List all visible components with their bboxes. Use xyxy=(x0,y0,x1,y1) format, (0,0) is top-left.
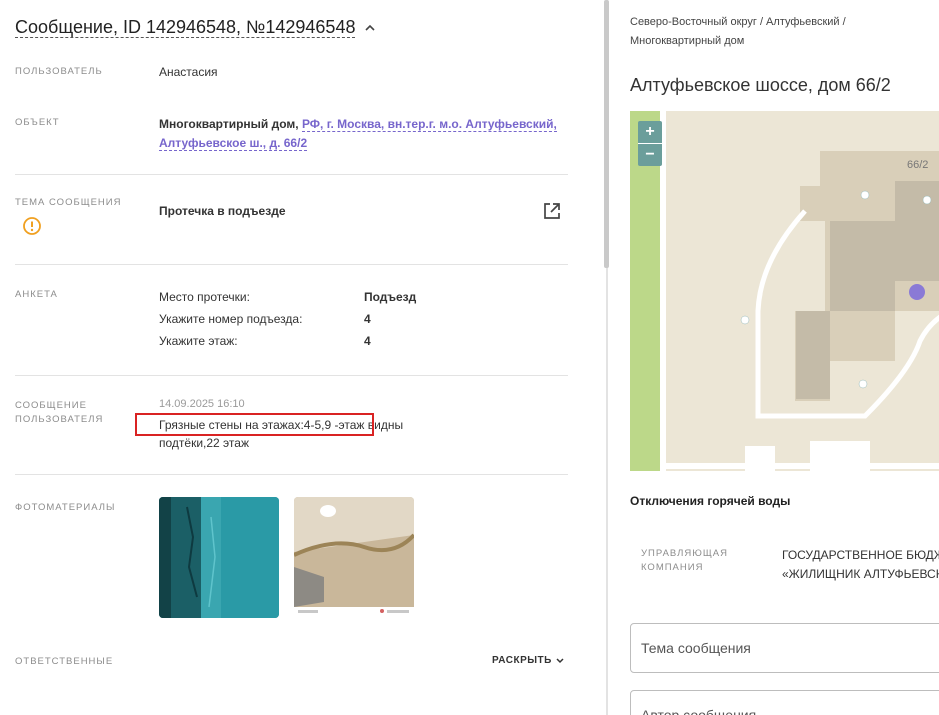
breadcrumb: Северо-Восточный округ / Алтуфьевский / … xyxy=(630,13,930,51)
message-header[interactable]: Сообщение, ID 142946548, №142946548 xyxy=(15,17,376,38)
photos-label: ФОТОМАТЕРИАЛЫ xyxy=(15,502,116,513)
topic-value: Протечка в подъезде xyxy=(159,204,286,218)
warning-circle-icon xyxy=(23,217,41,235)
responsible-label: ОТВЕТСТВЕННЫЕ xyxy=(15,656,114,667)
message-label: СООБЩЕНИЕ ПОЛЬЗОВАТЕЛЯ xyxy=(15,399,103,427)
hot-water-title: Отключения горячей воды xyxy=(630,494,791,508)
wall-photo-image xyxy=(159,497,279,618)
divider xyxy=(15,375,568,376)
author-field[interactable]: Автор сообщения xyxy=(630,690,939,715)
breadcrumb-line1[interactable]: Северо-Восточный округ / Алтуфьевский / xyxy=(630,16,846,28)
expand-button[interactable]: РАСКРЫТЬ xyxy=(492,655,565,666)
message-details-panel: Сообщение, ID 142946548, №142946548 ПОЛЬ… xyxy=(0,0,606,715)
object-address-link-line2[interactable]: Алтуфьевское ш., д. 66/2 xyxy=(159,136,308,151)
survey-row: Укажите номер подъезда: 4 xyxy=(159,308,459,330)
object-address-link[interactable]: РФ, г. Москва, вн.тер.г. м.о. Алтуфьевск… xyxy=(301,117,557,132)
photo-thumbnail[interactable] xyxy=(159,497,279,618)
object-type: Многоквартирный дом, xyxy=(159,117,299,131)
map-image xyxy=(630,111,939,471)
map-house-number: 66/2 xyxy=(907,159,929,171)
topic-field[interactable]: Тема сообщения xyxy=(630,623,939,673)
object-label: ОБЪЕКТ xyxy=(15,117,60,128)
divider xyxy=(15,174,568,175)
survey-row: Укажите этаж: 4 xyxy=(159,330,459,352)
expand-label: РАСКРЫТЬ xyxy=(492,655,552,666)
chevron-down-icon xyxy=(556,657,564,663)
uk-value-line2: «ЖИЛИЩНИК АЛТУФЬЕВСК xyxy=(782,567,939,581)
management-company-label: УПРАВЛЯЮЩАЯ КОМПАНИЯ xyxy=(641,547,728,575)
map[interactable]: + − 66/2 xyxy=(630,111,939,471)
survey-question: Укажите номер подъезда: xyxy=(159,312,303,326)
survey-answer: 4 xyxy=(364,312,371,326)
chevron-up-icon[interactable] xyxy=(365,23,376,33)
photo-thumbnail[interactable] xyxy=(294,497,414,618)
uk-label-line2: КОМПАНИЯ xyxy=(641,562,704,573)
zoom-controls: + − xyxy=(638,121,662,166)
uk-label-line1: УПРАВЛЯЮЩАЯ xyxy=(641,548,728,559)
ceiling-photo-image xyxy=(294,497,414,618)
survey-question: Место протечки: xyxy=(159,290,250,304)
message-title[interactable]: Сообщение, ID 142946548, №142946548 xyxy=(15,17,356,38)
location-panel: Северо-Восточный округ / Алтуфьевский / … xyxy=(608,0,939,715)
survey-question: Укажите этаж: xyxy=(159,334,238,348)
user-value: Анастасия xyxy=(159,65,218,79)
author-field-placeholder: Автор сообщения xyxy=(641,707,757,715)
management-company-value: ГОСУДАРСТВЕННОЕ БЮДЖ «ЖИЛИЩНИК АЛТУФЬЕВС… xyxy=(782,546,939,584)
survey-label: АНКЕТА xyxy=(15,289,58,300)
address-title: Алтуфьевское шоссе, дом 66/2 xyxy=(630,75,891,95)
survey-row: Место протечки: Подъезд xyxy=(159,286,459,308)
message-label-line2: ПОЛЬЗОВАТЕЛЯ xyxy=(15,414,104,425)
zoom-in-button[interactable]: + xyxy=(638,121,662,143)
user-label: ПОЛЬЗОВАТЕЛЬ xyxy=(15,66,103,77)
topic-field-placeholder: Тема сообщения xyxy=(641,640,751,656)
divider xyxy=(15,474,568,475)
zoom-out-button[interactable]: − xyxy=(638,143,662,166)
highlight-annotation xyxy=(135,413,374,436)
survey-table: Место протечки: Подъезд Укажите номер по… xyxy=(159,286,459,352)
uk-value-line1: ГОСУДАРСТВЕННОЕ БЮДЖ xyxy=(782,548,939,562)
message-date: 14.09.2025 16:10 xyxy=(159,398,245,410)
survey-answer: Подъезд xyxy=(364,290,417,304)
message-label-line1: СООБЩЕНИЕ xyxy=(15,400,87,411)
topic-label: ТЕМА СООБЩЕНИЯ xyxy=(15,197,122,208)
external-link-icon[interactable] xyxy=(542,201,562,221)
survey-answer: 4 xyxy=(364,334,371,348)
object-value: Многоквартирный дом, РФ, г. Москва, вн.т… xyxy=(159,115,569,153)
divider xyxy=(15,264,568,265)
breadcrumb-line2[interactable]: Многоквартирный дом xyxy=(630,35,744,47)
